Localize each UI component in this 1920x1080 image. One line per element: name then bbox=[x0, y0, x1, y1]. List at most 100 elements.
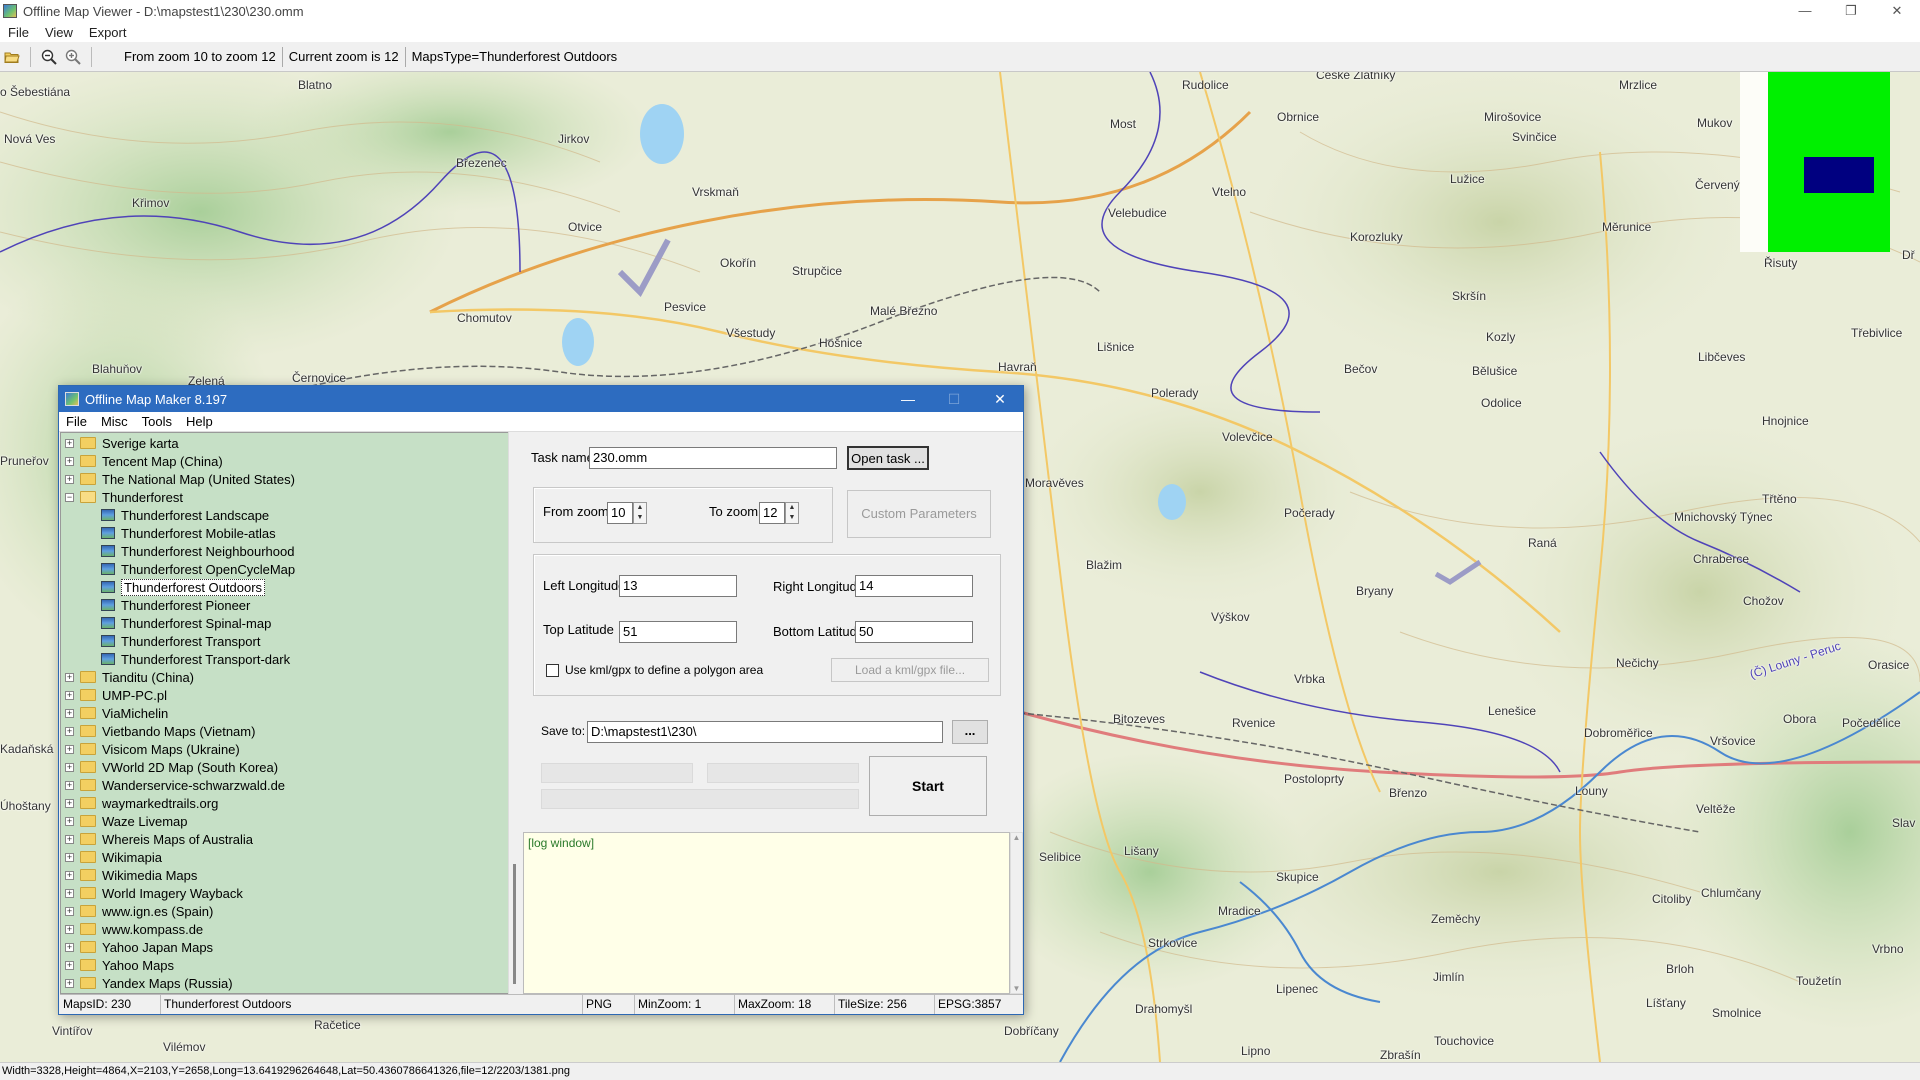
tree-node[interactable]: Thunderforest Neighbourhood bbox=[101, 542, 294, 560]
dialog-close-button[interactable]: ✕ bbox=[977, 386, 1023, 412]
menu-view[interactable]: View bbox=[37, 25, 81, 40]
map-label: Dobříčany bbox=[1004, 1024, 1059, 1038]
expand-icon[interactable]: + bbox=[65, 960, 74, 970]
tree-scrollbar[interactable] bbox=[508, 432, 523, 994]
expand-icon[interactable]: + bbox=[65, 456, 74, 466]
tree-node[interactable]: + Vietbando Maps (Vietnam) bbox=[65, 722, 255, 740]
expand-icon[interactable]: + bbox=[65, 816, 74, 826]
minimap[interactable] bbox=[1740, 72, 1890, 252]
expand-icon[interactable]: + bbox=[65, 924, 74, 934]
tree-node[interactable]: + UMP-PC.pl bbox=[65, 686, 167, 704]
expand-icon[interactable]: + bbox=[65, 870, 74, 880]
tree-node[interactable]: Thunderforest Outdoors bbox=[101, 578, 266, 596]
minimap-viewport[interactable] bbox=[1804, 157, 1874, 193]
to-zoom-input[interactable]: 12 bbox=[759, 502, 785, 524]
expand-icon[interactable]: + bbox=[65, 762, 74, 772]
expand-icon[interactable]: + bbox=[65, 834, 74, 844]
from-zoom-input[interactable]: 10 bbox=[607, 502, 633, 524]
tree-node[interactable]: + Tencent Map (China) bbox=[65, 452, 223, 470]
custom-parameters-button[interactable]: Custom Parameters bbox=[847, 490, 991, 538]
tree-node[interactable]: + Whereis Maps of Australia bbox=[65, 830, 253, 848]
expand-icon[interactable]: + bbox=[65, 888, 74, 898]
expand-icon[interactable]: + bbox=[65, 672, 74, 682]
dialog-menu-misc[interactable]: Misc bbox=[94, 414, 135, 429]
expand-icon[interactable]: + bbox=[65, 942, 74, 952]
tree-node[interactable]: + Wikimapia bbox=[65, 848, 162, 866]
menu-file[interactable]: File bbox=[0, 25, 37, 40]
map-source-tree[interactable]: + Sverige karta + Tencent Map (China) + The N… bbox=[60, 432, 509, 994]
tree-node[interactable]: Thunderforest Mobile-atlas bbox=[101, 524, 276, 542]
expand-icon[interactable]: + bbox=[65, 744, 74, 754]
tree-node-label: Thunderforest Outdoors bbox=[121, 578, 266, 596]
zoom-in-icon[interactable] bbox=[61, 46, 85, 68]
expand-icon[interactable]: + bbox=[65, 852, 74, 862]
tree-node[interactable]: + VWorld 2D Map (South Korea) bbox=[65, 758, 278, 776]
tree-node[interactable]: + Tianditu (China) bbox=[65, 668, 194, 686]
tree-node[interactable]: + Yahoo Japan Maps bbox=[65, 938, 213, 956]
tree-node[interactable]: + ViaMichelin bbox=[65, 704, 168, 722]
left-longitude-input[interactable]: 13 bbox=[619, 575, 737, 597]
top-latitude-input[interactable]: 51 bbox=[619, 621, 737, 643]
tree-node[interactable]: + www.kompass.de bbox=[65, 920, 203, 938]
tree-node[interactable]: + The National Map (United States) bbox=[65, 470, 295, 488]
start-button[interactable]: Start bbox=[869, 756, 987, 816]
collapse-icon[interactable]: − bbox=[65, 492, 74, 502]
zoom-out-icon[interactable] bbox=[37, 46, 61, 68]
expand-icon[interactable]: + bbox=[65, 906, 74, 916]
from-zoom-label: From zoom bbox=[543, 504, 609, 519]
kml-polygon-checkbox[interactable] bbox=[546, 664, 559, 677]
expand-icon[interactable]: + bbox=[65, 978, 74, 988]
tree-node[interactable]: + www.ign.es (Spain) bbox=[65, 902, 213, 920]
tree-node[interactable]: Thunderforest Pioneer bbox=[101, 596, 250, 614]
dialog-menu-help[interactable]: Help bbox=[179, 414, 220, 429]
right-longitude-input[interactable]: 14 bbox=[855, 575, 973, 597]
tree-node[interactable]: + Yahoo Maps bbox=[65, 956, 174, 974]
expand-icon[interactable]: + bbox=[65, 726, 74, 736]
tree-node[interactable]: + Visicom Maps (Ukraine) bbox=[65, 740, 240, 758]
tree-node[interactable]: Thunderforest OpenCycleMap bbox=[101, 560, 295, 578]
task-name-input[interactable]: 230.omm bbox=[589, 447, 837, 469]
dialog-maximize-button[interactable]: ☐ bbox=[931, 386, 977, 412]
tree-node[interactable]: + World Imagery Wayback bbox=[65, 884, 243, 902]
log-scrollbar[interactable]: ▲ ▼ bbox=[1010, 832, 1023, 994]
map-label: Březenec bbox=[456, 156, 507, 170]
map-label: Líšťany bbox=[1646, 996, 1686, 1010]
tree-node[interactable]: + Wikimedia Maps bbox=[65, 866, 197, 884]
load-kml-button[interactable]: Load a kml/gpx file... bbox=[831, 658, 989, 682]
maximize-button[interactable]: ❐ bbox=[1828, 0, 1874, 22]
open-folder-icon[interactable] bbox=[0, 46, 24, 68]
minimize-button[interactable]: — bbox=[1782, 0, 1828, 22]
tree-node[interactable]: Thunderforest Landscape bbox=[101, 506, 269, 524]
map-label: Strupčice bbox=[792, 264, 843, 278]
tree-node[interactable]: + waymarkedtrails.org bbox=[65, 794, 218, 812]
save-to-input[interactable]: D:\mapstest1\230\ bbox=[587, 721, 943, 743]
to-zoom-spinner[interactable]: ▲ ▼ bbox=[785, 502, 799, 524]
open-task-button[interactable]: Open task ... bbox=[847, 446, 929, 470]
map-label: Kadaňská bbox=[0, 742, 54, 756]
expand-icon[interactable]: + bbox=[65, 780, 74, 790]
expand-icon[interactable]: + bbox=[65, 438, 74, 448]
bottom-latitude-input[interactable]: 50 bbox=[855, 621, 973, 643]
expand-icon[interactable]: + bbox=[65, 708, 74, 718]
log-window[interactable]: [log window] bbox=[523, 832, 1010, 994]
tree-node[interactable]: Thunderforest Spinal-map bbox=[101, 614, 271, 632]
tree-node[interactable]: Thunderforest Transport-dark bbox=[101, 650, 290, 668]
tree-scroll-thumb[interactable] bbox=[513, 864, 516, 984]
from-zoom-spinner[interactable]: ▲ ▼ bbox=[633, 502, 647, 524]
tree-node[interactable]: + Waze Livemap bbox=[65, 812, 188, 830]
dialog-menu-file[interactable]: File bbox=[59, 414, 94, 429]
tree-node[interactable]: + Wanderservice-schwarzwald.de bbox=[65, 776, 285, 794]
browse-folder-button[interactable]: ... bbox=[952, 720, 988, 744]
expand-icon[interactable]: + bbox=[65, 474, 74, 484]
tree-node[interactable]: − Thunderforest bbox=[65, 488, 183, 506]
tree-node[interactable]: Thunderforest Transport bbox=[101, 632, 260, 650]
tree-node[interactable]: + Sverige karta bbox=[65, 434, 179, 452]
dialog-minimize-button[interactable]: — bbox=[885, 386, 931, 412]
menu-export[interactable]: Export bbox=[81, 25, 135, 40]
dialog-menu-tools[interactable]: Tools bbox=[135, 414, 179, 429]
close-button[interactable]: ✕ bbox=[1874, 0, 1920, 22]
expand-icon[interactable]: + bbox=[65, 798, 74, 808]
expand-icon[interactable]: + bbox=[65, 690, 74, 700]
tree-node[interactable]: + Yandex Maps (Russia) bbox=[65, 974, 233, 992]
map-label: Louny bbox=[1575, 784, 1608, 798]
